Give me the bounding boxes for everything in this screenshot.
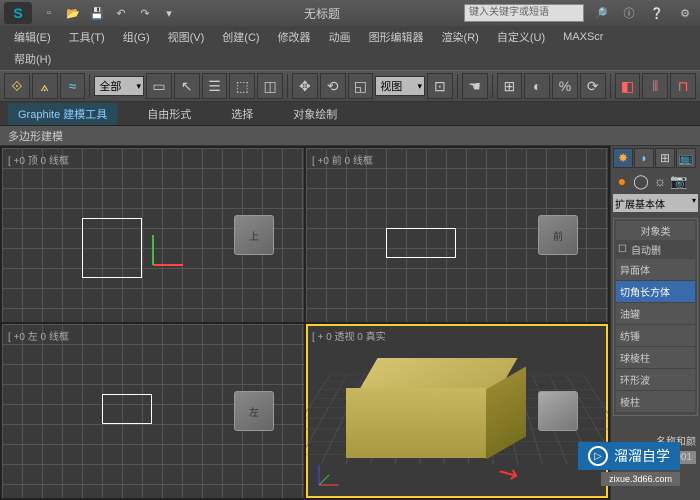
cameras-icon[interactable]: 📷	[670, 172, 688, 190]
vp-label-persp: [ + 0 透视 0 真实	[312, 328, 386, 343]
menu-create[interactable]: 创建(C)	[214, 27, 267, 47]
ribbon-tab-graphite[interactable]: Graphite 建模工具	[8, 103, 117, 125]
angle-snap-icon[interactable]: ◐	[524, 73, 550, 99]
selection-box	[102, 394, 152, 424]
mirror-icon[interactable]: ◧	[615, 73, 641, 99]
modify-tab-icon[interactable]: ◗	[634, 148, 654, 168]
menu-edit[interactable]: 编辑(E)	[6, 27, 59, 47]
new-icon[interactable]: ▫	[38, 3, 60, 23]
unlink-icon[interactable]: ⟑	[32, 73, 58, 99]
viewport-top[interactable]: [ +0 顶 0 线框 上	[2, 148, 304, 322]
menu-tools[interactable]: 工具(T)	[61, 27, 113, 47]
select-window-icon[interactable]: ◫	[257, 73, 283, 99]
scale-icon[interactable]: ◱	[348, 73, 374, 99]
magnet-icon[interactable]: ⊓	[670, 73, 696, 99]
binoculars-icon[interactable]: 🔎	[590, 3, 612, 23]
menu-rendering[interactable]: 渲染(R)	[434, 27, 487, 47]
viewport-left[interactable]: [ +0 左 0 线框 左	[2, 324, 304, 498]
menu-view[interactable]: 视图(V)	[160, 27, 213, 47]
snap-icon[interactable]: ⊞	[497, 73, 523, 99]
viewcube-left[interactable]: 左	[234, 391, 274, 431]
vp-label-left: [ +0 左 0 线框	[8, 328, 69, 343]
ref-coord-dropdown[interactable]: 视图	[375, 76, 425, 96]
viewcube-top[interactable]: 上	[234, 215, 274, 255]
search-input[interactable]: 键入关键字或短语	[464, 4, 584, 22]
percent-snap-icon[interactable]: %	[552, 73, 578, 99]
cursor-icon[interactable]: ↖	[174, 73, 200, 99]
geometry-icon[interactable]: ●	[613, 172, 631, 190]
object-type-label: 对象类	[616, 221, 695, 240]
select-rect-icon[interactable]: ⬚	[229, 73, 255, 99]
obj-spindle[interactable]: 纺锤	[616, 325, 695, 347]
select-name-icon[interactable]: ☰	[202, 73, 228, 99]
undo-icon[interactable]: ↶	[110, 3, 132, 23]
app-icon[interactable]: S	[4, 2, 32, 24]
select-icon[interactable]: ▭	[146, 73, 172, 99]
manipulate-icon[interactable]: ☚	[462, 73, 488, 99]
obj-chamferbox[interactable]: 切角长方体	[616, 281, 695, 303]
vp-label-front: [ +0 前 0 线框	[312, 152, 373, 167]
align-icon[interactable]: ⫴	[642, 73, 668, 99]
help2-icon[interactable]: ❔	[646, 3, 668, 23]
shapes-icon[interactable]: ◯	[632, 172, 650, 190]
menu-help[interactable]: 帮助(H)	[6, 49, 59, 69]
lights-icon[interactable]: ☼	[651, 172, 669, 190]
viewcube-persp[interactable]	[538, 391, 578, 431]
autogrid-checkbox[interactable]: ☐自动删	[616, 240, 695, 259]
category-dropdown[interactable]: 扩展基本体	[613, 194, 698, 212]
viewport-perspective[interactable]: [ + 0 透视 0 真实 ↘	[306, 324, 608, 498]
obj-gengon[interactable]: 球棱柱	[616, 347, 695, 369]
move-icon[interactable]: ✥	[292, 73, 318, 99]
help1-icon[interactable]: ⓘ	[618, 3, 640, 23]
vp-label-top: [ +0 顶 0 线框	[8, 152, 69, 167]
obj-ringwave[interactable]: 环形波	[616, 369, 695, 391]
menu-graph-editors[interactable]: 图形编辑器	[361, 27, 432, 47]
redo-icon[interactable]: ↷	[134, 3, 156, 23]
selection-box	[386, 228, 456, 258]
ribbon-tab-freeform[interactable]: 自由形式	[137, 103, 201, 125]
menu-modifiers[interactable]: 修改器	[270, 27, 319, 47]
save-icon[interactable]: 💾	[86, 3, 108, 23]
obj-hedra[interactable]: 异面体	[616, 259, 695, 281]
ribbon-panel-title[interactable]: 多边形建模	[0, 126, 700, 146]
menu-customize[interactable]: 自定义(U)	[489, 27, 553, 47]
viewcube-front[interactable]: 前	[538, 215, 578, 255]
help3-icon[interactable]: ⚙	[674, 3, 696, 23]
axis-tripod-icon	[314, 460, 344, 490]
qat-dropdown-icon[interactable]: ▾	[158, 3, 180, 23]
obj-prism[interactable]: 棱柱	[616, 391, 695, 413]
open-icon[interactable]: 📂	[62, 3, 84, 23]
selection-filter-dropdown[interactable]: 全部	[94, 76, 144, 96]
ribbon-tab-object-paint[interactable]: 对象绘制	[283, 103, 347, 125]
create-tab-icon[interactable]: ✸	[613, 148, 633, 168]
menu-group[interactable]: 组(G)	[115, 27, 158, 47]
hierarchy-tab-icon[interactable]: ⊞	[655, 148, 675, 168]
obj-oiltank[interactable]: 油罐	[616, 303, 695, 325]
pivot-icon[interactable]: ⊡	[427, 73, 453, 99]
display-tab-icon[interactable]: 📺	[676, 148, 696, 168]
spinner-snap-icon[interactable]: ⟳	[580, 73, 606, 99]
ribbon-tab-selection[interactable]: 选择	[221, 103, 263, 125]
window-title: 无标题	[186, 5, 458, 22]
chamfer-box-object[interactable]	[336, 358, 516, 458]
selection-box	[82, 218, 142, 278]
play-icon: ▷	[588, 446, 608, 466]
watermark-logo: ▷ 溜溜自学	[578, 442, 680, 470]
watermark-url: zixue.3d66.com	[601, 472, 680, 486]
viewport-front[interactable]: [ +0 前 0 线框 前	[306, 148, 608, 322]
link-icon[interactable]: ⟐	[4, 73, 30, 99]
menu-maxscript[interactable]: MAXScr	[555, 29, 611, 45]
bind-icon[interactable]: ≈	[60, 73, 86, 99]
rotate-icon[interactable]: ⟲	[320, 73, 346, 99]
menu-animation[interactable]: 动画	[321, 27, 359, 47]
